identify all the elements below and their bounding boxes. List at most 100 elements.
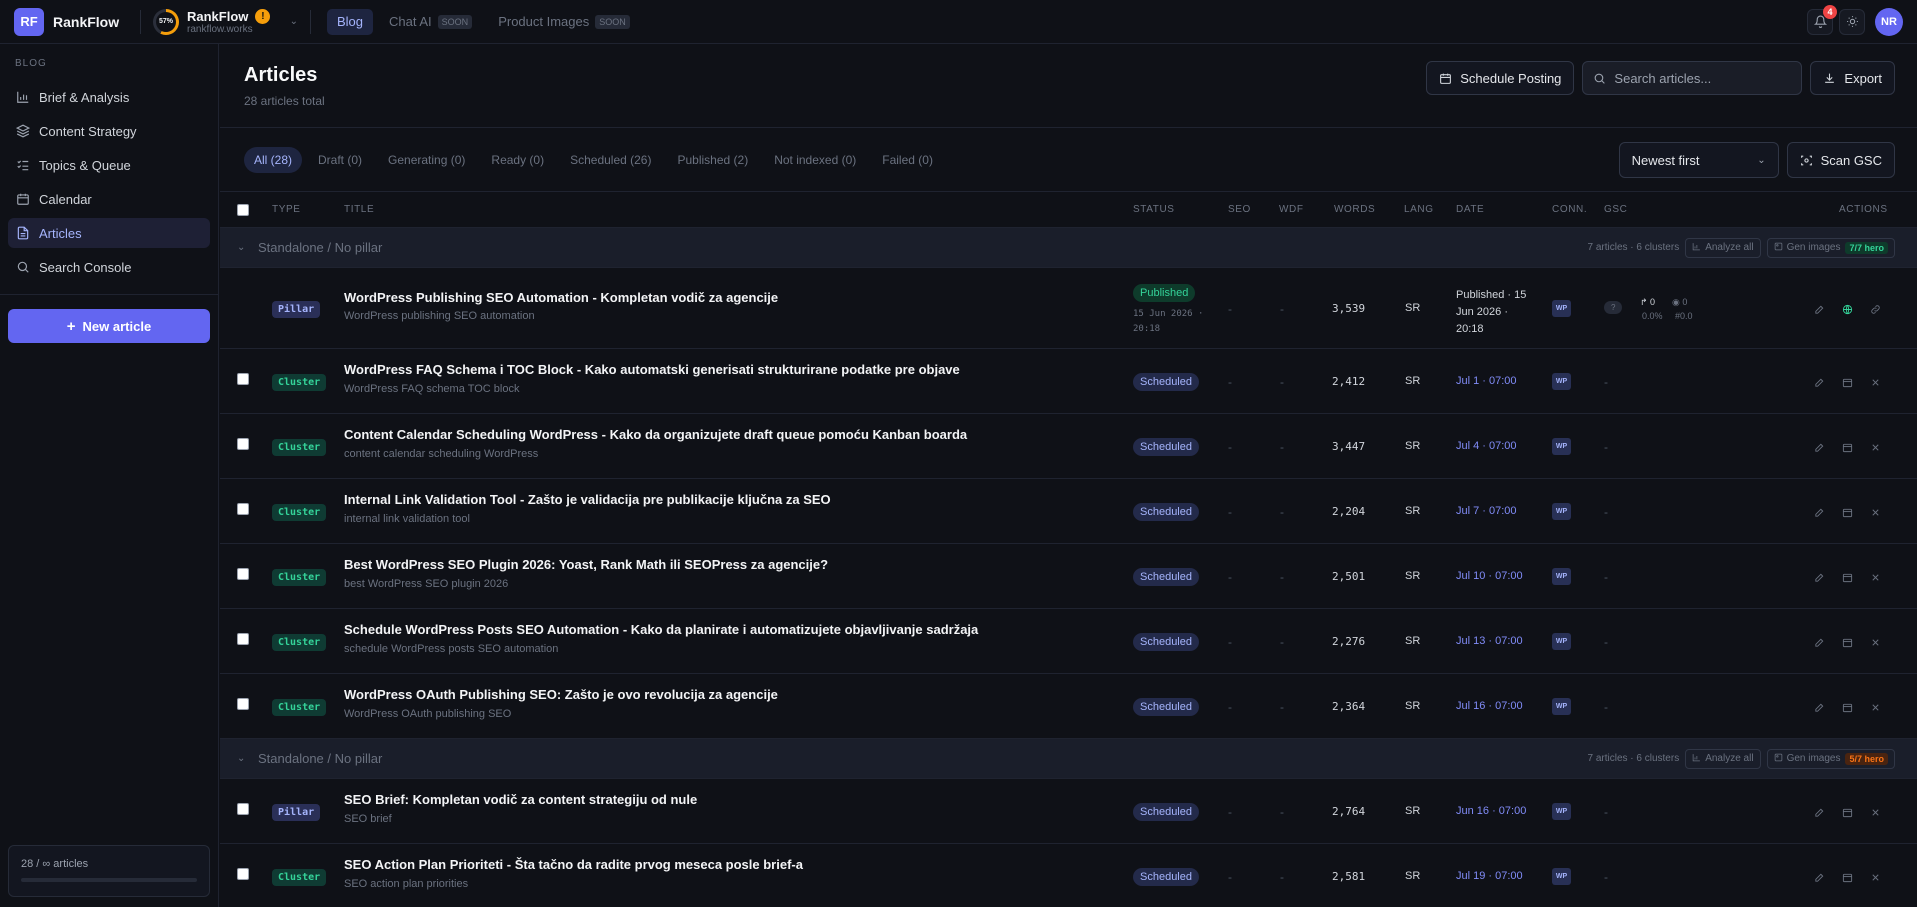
analyze-all-button[interactable]: Analyze all (1685, 237, 1761, 258)
table-row[interactable]: Cluster Schedule WordPress Posts SEO Auto… (220, 609, 1917, 674)
close-icon[interactable] (1870, 571, 1881, 586)
filter-tab-scheduled[interactable]: Scheduled (26) (560, 147, 661, 173)
row-checkbox[interactable] (237, 802, 249, 815)
filter-tab-generating[interactable]: Generating (0) (378, 147, 475, 173)
filter-tab-failed[interactable]: Failed (0) (872, 147, 943, 173)
edit-icon[interactable] (1814, 871, 1825, 886)
close-icon[interactable] (1870, 806, 1881, 821)
scheduled-date[interactable]: Jul 1 · 07:00 (1456, 375, 1517, 387)
edit-icon[interactable] (1814, 571, 1825, 586)
app-logo[interactable]: RF RankFlow (0, 7, 128, 36)
sidebar-item-search-console[interactable]: Search Console (8, 252, 210, 282)
filter-tab-all[interactable]: All (28) (244, 146, 303, 173)
table-row[interactable]: Cluster SEO Action Plan Prioriteti - Šta … (220, 844, 1917, 907)
table-row[interactable]: Pillar WordPress Publishing SEO Automatio… (220, 268, 1917, 349)
article-title[interactable]: WordPress OAuth Publishing SEO: Zašto je… (344, 687, 778, 702)
article-title[interactable]: WordPress FAQ Schema i TOC Block - Kako … (344, 362, 960, 377)
article-title[interactable]: Content Calendar Scheduling WordPress - … (344, 427, 967, 442)
close-icon[interactable] (1870, 441, 1881, 456)
link-icon[interactable] (1870, 303, 1881, 318)
search-box[interactable] (1582, 61, 1803, 95)
calendar-icon[interactable] (1842, 636, 1853, 651)
sort-select[interactable]: Newest first ⌄ (1618, 142, 1779, 178)
gen-images-button[interactable]: Gen images 5/7 hero (1766, 748, 1895, 769)
globe-icon[interactable] (1842, 303, 1853, 318)
row-checkbox[interactable] (237, 632, 249, 645)
calendar-icon[interactable] (1842, 441, 1853, 456)
new-article-button[interactable]: + New article (8, 309, 210, 343)
edit-icon[interactable] (1814, 701, 1825, 716)
calendar-icon[interactable] (1842, 506, 1853, 521)
article-title[interactable]: Best WordPress SEO Plugin 2026: Yoast, R… (344, 557, 828, 572)
scheduled-date[interactable]: Jun 16 · 07:00 (1456, 805, 1526, 817)
table-row[interactable]: Cluster Internal Link Validation Tool - Z… (220, 479, 1917, 544)
schedule-posting-button[interactable]: Schedule Posting (1426, 61, 1575, 95)
row-checkbox[interactable] (237, 502, 249, 515)
sidebar-item-content-strategy[interactable]: Content Strategy (8, 116, 210, 146)
calendar-icon[interactable] (1842, 701, 1853, 716)
close-icon[interactable] (1870, 701, 1881, 716)
close-icon[interactable] (1870, 871, 1881, 886)
row-checkbox[interactable] (237, 697, 249, 710)
analyze-all-button[interactable]: Analyze all (1685, 748, 1761, 769)
calendar-icon[interactable] (1842, 871, 1853, 886)
chevron-down-icon[interactable]: ⌄ (290, 16, 298, 27)
sidebar-item-topics[interactable]: Topics & Queue (8, 150, 210, 180)
scheduled-date[interactable]: Jul 13 · 07:00 (1456, 635, 1523, 647)
table-row[interactable]: Cluster Best WordPress SEO Plugin 2026: Y… (220, 544, 1917, 609)
article-title[interactable]: Internal Link Validation Tool - Zašto je… (344, 492, 831, 507)
select-all-checkbox[interactable] (237, 203, 249, 216)
sidebar-item-calendar[interactable]: Calendar (8, 184, 210, 214)
chevron-down-icon[interactable]: ⌄ (237, 753, 245, 764)
edit-icon[interactable] (1814, 376, 1825, 391)
theme-toggle-button[interactable] (1839, 8, 1865, 35)
search-input[interactable] (1614, 70, 1785, 86)
edit-icon[interactable] (1814, 636, 1825, 651)
sidebar-item-brief[interactable]: Brief & Analysis (8, 82, 210, 112)
article-title[interactable]: SEO Action Plan Prioriteti - Šta tačno d… (344, 857, 803, 872)
group-header[interactable]: ⌄ Standalone / No pillar 7 articles · 6 cl… (220, 739, 1917, 779)
scheduled-date[interactable]: Jul 16 · 07:00 (1456, 700, 1523, 712)
table-row[interactable]: Cluster WordPress FAQ Schema i TOC Block … (220, 349, 1917, 414)
project-switcher[interactable]: 57% RankFlow! rankflow.works ⌄ (153, 8, 298, 35)
group-header[interactable]: ⌄ Standalone / No pillar 7 articles · 6 cl… (220, 228, 1917, 268)
scheduled-date[interactable]: Jul 7 · 07:00 (1456, 505, 1517, 517)
nav-tab-blog[interactable]: Blog (327, 8, 374, 35)
nav-tab-product-images[interactable]: Product Images SOON (488, 9, 640, 35)
table-row[interactable]: Cluster Content Calendar Scheduling WordP… (220, 414, 1917, 479)
filter-tab-draft[interactable]: Draft (0) (308, 147, 372, 173)
scheduled-date[interactable]: Jul 19 · 07:00 (1456, 870, 1523, 882)
article-title[interactable]: WordPress Publishing SEO Automation - Ko… (344, 290, 778, 305)
table-row[interactable]: Cluster WordPress OAuth Publishing SEO: Z… (220, 674, 1917, 739)
export-button[interactable]: Export (1810, 61, 1895, 95)
calendar-icon[interactable] (1842, 376, 1853, 391)
filter-tab-not-indexed[interactable]: Not indexed (0) (764, 147, 866, 173)
filter-tab-published[interactable]: Published (2) (667, 147, 758, 173)
gen-images-button[interactable]: Gen images 7/7 hero (1766, 237, 1895, 258)
close-icon[interactable] (1870, 376, 1881, 391)
notifications-button[interactable]: 4 (1807, 4, 1837, 35)
scheduled-date[interactable]: Jul 10 · 07:00 (1456, 570, 1523, 582)
scan-gsc-button[interactable]: Scan GSC (1786, 142, 1895, 178)
calendar-icon[interactable] (1842, 806, 1853, 821)
row-checkbox[interactable] (237, 867, 249, 880)
table-row[interactable]: Pillar SEO Brief: Kompletan vodič za cont… (220, 779, 1917, 844)
scheduled-date[interactable]: Jul 4 · 07:00 (1456, 440, 1517, 452)
user-avatar[interactable]: NR (1875, 7, 1903, 36)
close-icon[interactable] (1870, 636, 1881, 651)
edit-icon[interactable] (1814, 806, 1825, 821)
edit-icon[interactable] (1814, 506, 1825, 521)
article-title[interactable]: SEO Brief: Kompletan vodič za content st… (344, 792, 697, 807)
article-title[interactable]: Schedule WordPress Posts SEO Automation … (344, 622, 978, 637)
calendar-icon[interactable] (1842, 571, 1853, 586)
row-checkbox[interactable] (237, 437, 249, 450)
row-checkbox[interactable] (237, 567, 249, 580)
chevron-down-icon[interactable]: ⌄ (237, 242, 245, 253)
row-checkbox[interactable] (237, 372, 249, 385)
edit-icon[interactable] (1814, 441, 1825, 456)
nav-tab-chat-ai[interactable]: Chat AI SOON (379, 9, 482, 35)
filter-tab-ready[interactable]: Ready (0) (481, 147, 554, 173)
sidebar-item-articles[interactable]: Articles (8, 218, 210, 248)
edit-icon[interactable] (1814, 303, 1825, 318)
close-icon[interactable] (1870, 506, 1881, 521)
